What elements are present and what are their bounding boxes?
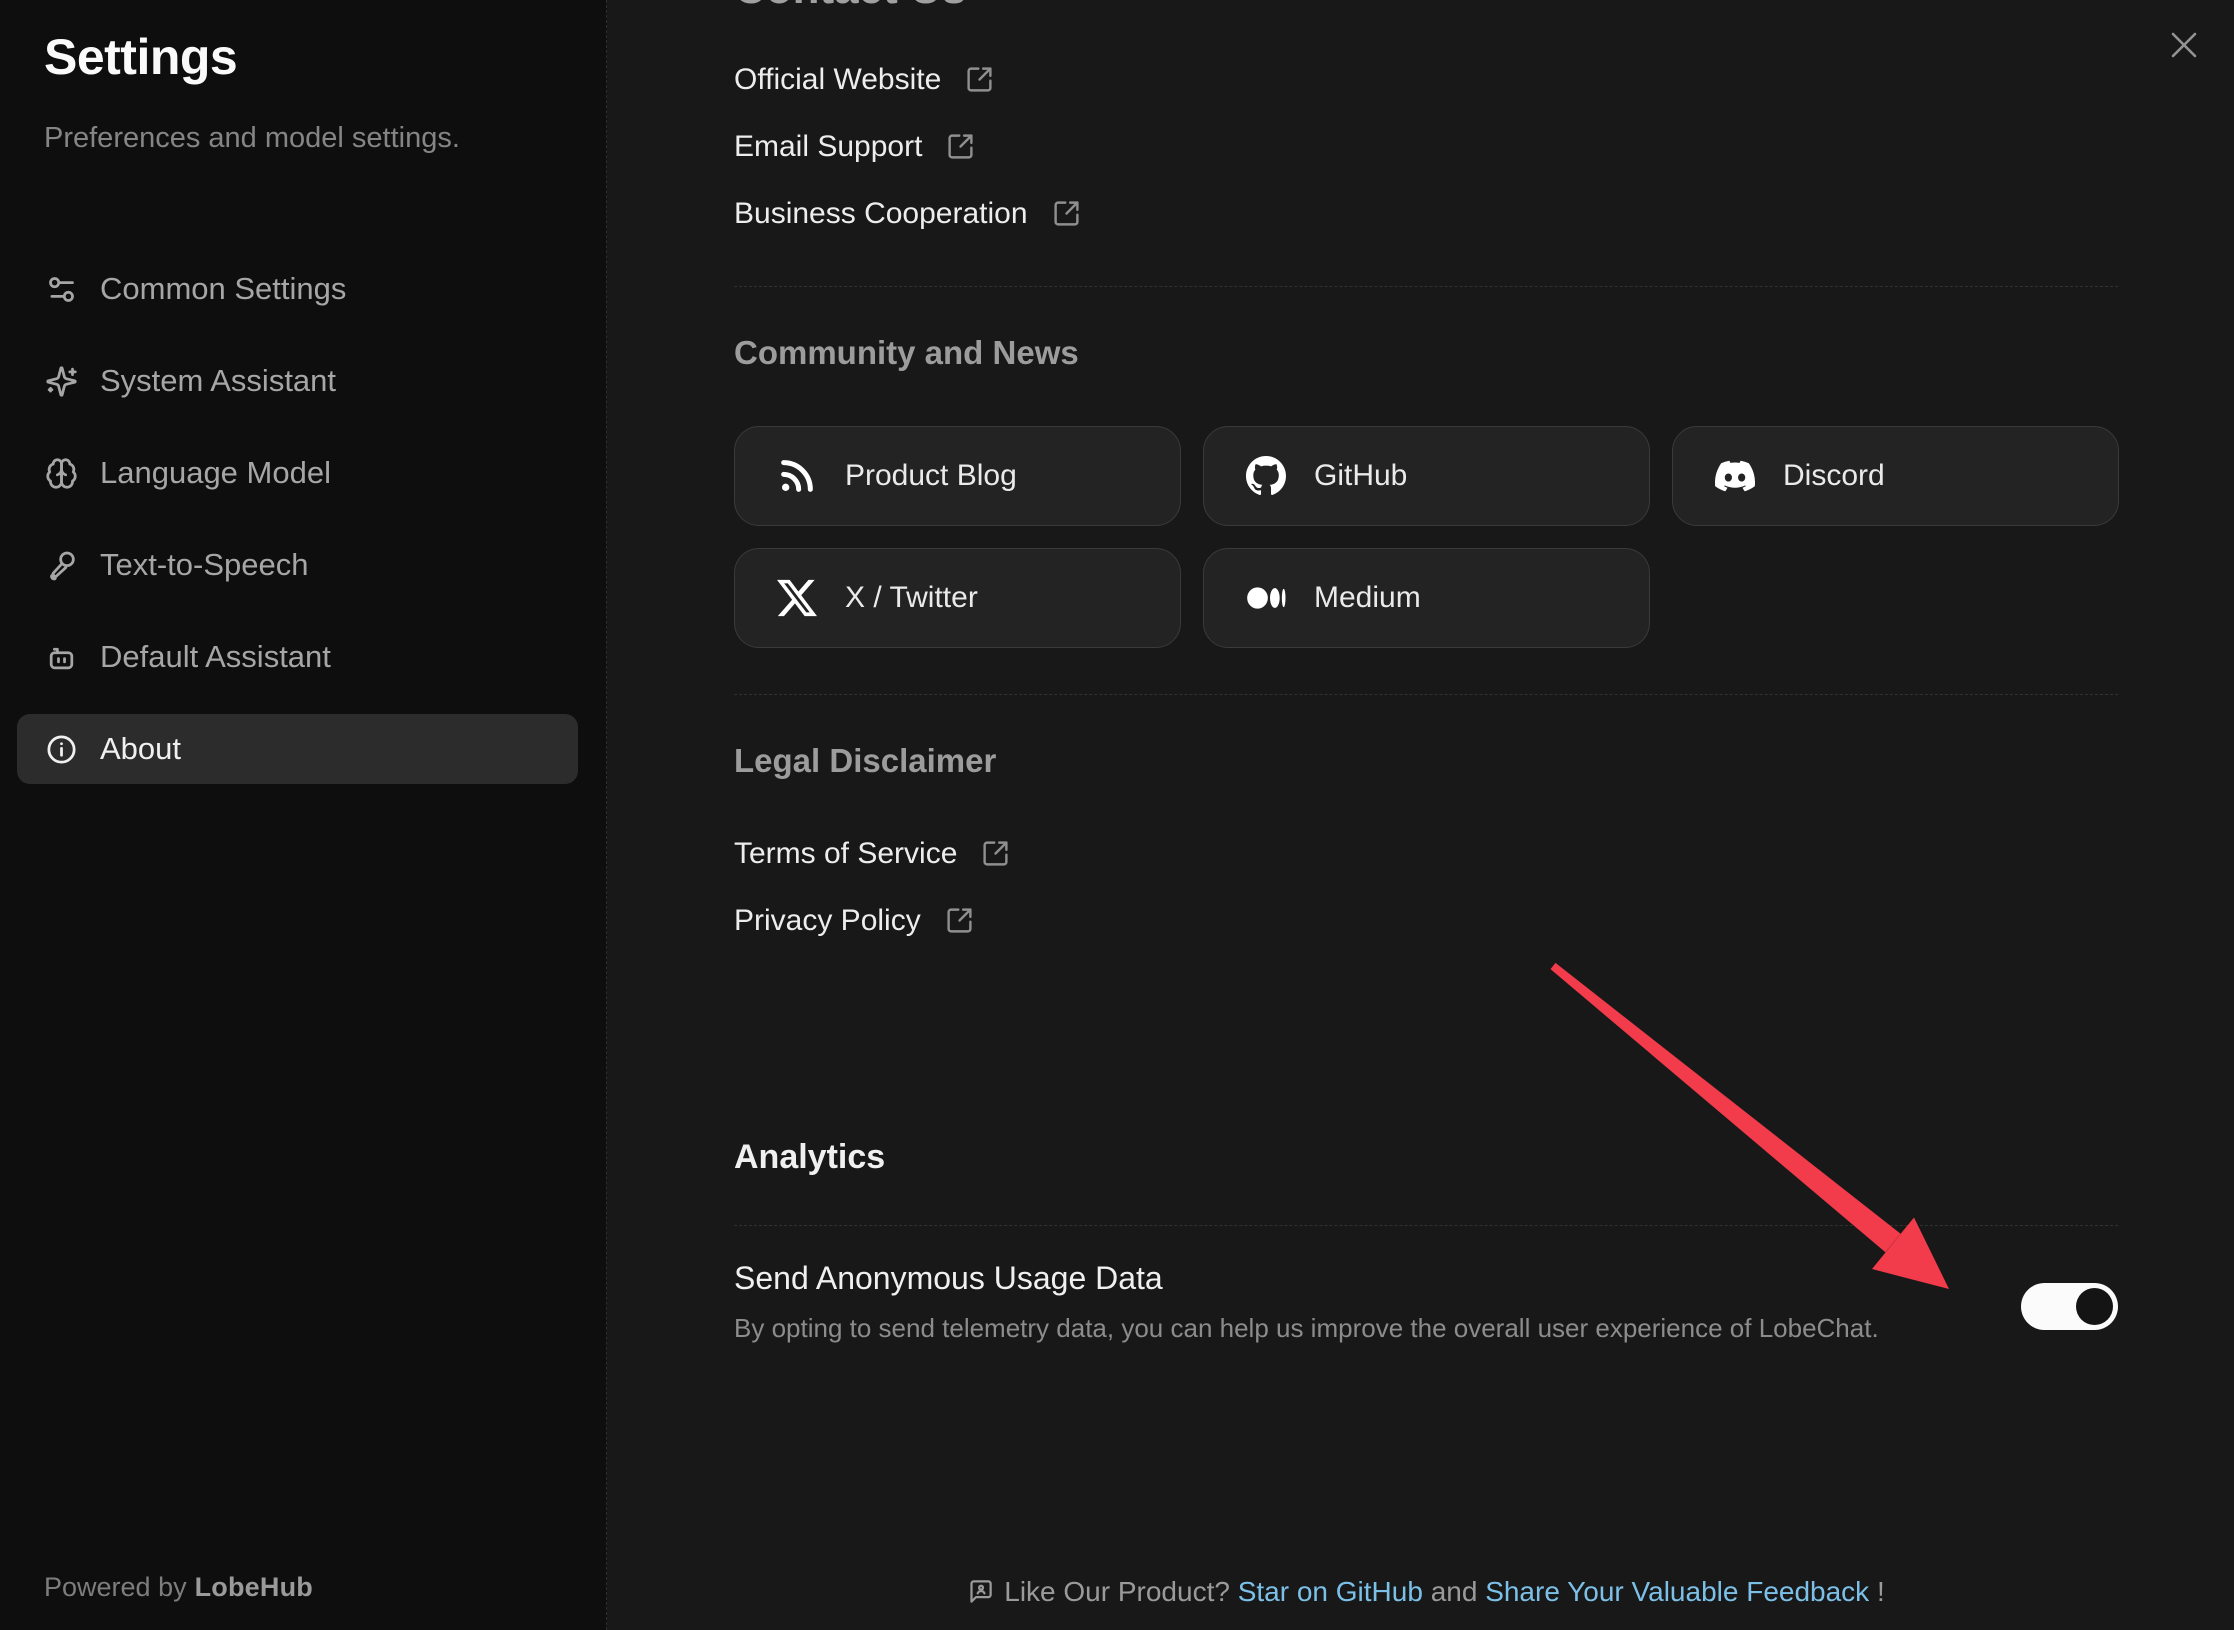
sidebar-item-label: Default Assistant <box>100 639 331 675</box>
footer-note: Like Our Product? Star on GitHub and Sha… <box>734 1576 2118 1608</box>
legal-heading: Legal Disclaimer <box>734 742 2118 780</box>
external-link-icon <box>981 839 1010 868</box>
sidebar-item-label: System Assistant <box>100 363 336 399</box>
external-link-icon <box>965 65 994 94</box>
link-label: Terms of Service <box>734 837 957 871</box>
link-label: Email Support <box>734 130 922 164</box>
sidebar-item-about[interactable]: About <box>17 714 578 784</box>
button-label: GitHub <box>1314 459 1407 493</box>
telemetry-setting-description: By opting to send telemetry data, you ca… <box>734 1313 1879 1344</box>
x-twitter-icon <box>777 578 817 618</box>
about-settings-panel: Contact Us Official Website Email Suppor… <box>608 0 2234 1630</box>
external-link-icon <box>945 906 974 935</box>
contact-links: Official Website Email Support Business … <box>734 0 2118 235</box>
telemetry-toggle[interactable] <box>2021 1283 2118 1330</box>
share-feedback-link[interactable]: Share Your Valuable Feedback <box>1485 1576 1869 1607</box>
sparkles-icon <box>45 365 78 398</box>
page-subtitle: Preferences and model settings. <box>44 122 460 155</box>
email-support-link[interactable]: Email Support <box>734 125 975 168</box>
sidebar-item-default-assistant[interactable]: Default Assistant <box>17 622 578 692</box>
rss-icon <box>777 456 817 496</box>
section-divider <box>734 1225 2118 1226</box>
button-label: X / Twitter <box>845 581 978 615</box>
external-link-icon <box>1052 199 1081 228</box>
discord-icon <box>1715 456 1755 496</box>
sidebar-item-label: Language Model <box>100 455 331 491</box>
legal-links: Terms of Service Privacy Policy <box>734 780 2118 942</box>
bot-icon <box>45 641 78 674</box>
x-twitter-button[interactable]: X / Twitter <box>734 548 1181 648</box>
discord-button[interactable]: Discord <box>1672 426 2119 526</box>
feedback-icon <box>967 1578 994 1605</box>
close-icon <box>2167 28 2201 62</box>
mic-icon <box>45 549 78 582</box>
medium-button[interactable]: Medium <box>1203 548 1650 648</box>
github-icon <box>1246 456 1286 496</box>
info-icon <box>45 733 78 766</box>
business-cooperation-link[interactable]: Business Cooperation <box>734 192 1081 235</box>
close-button[interactable] <box>2167 28 2201 62</box>
contact-us-heading: Contact Us <box>734 0 966 14</box>
sidebar-item-text-to-speech[interactable]: Text-to-Speech <box>17 530 578 600</box>
medium-icon <box>1246 578 1286 618</box>
toggle-knob <box>2076 1288 2113 1325</box>
powered-by: Powered by LobeHub <box>44 1572 313 1603</box>
powered-by-text: Powered by <box>44 1572 187 1602</box>
brain-icon <box>45 457 78 490</box>
external-link-icon <box>946 132 975 161</box>
product-blog-button[interactable]: Product Blog <box>734 426 1181 526</box>
button-label: Medium <box>1314 581 1421 615</box>
analytics-heading: Analytics <box>734 1138 2118 1177</box>
footer-text: Like Our Product? <box>1004 1576 1230 1607</box>
settings-nav: Common Settings System Assistant Languag… <box>17 254 578 784</box>
sidebar-item-label: Common Settings <box>100 271 346 307</box>
section-divider <box>734 694 2118 695</box>
privacy-policy-link[interactable]: Privacy Policy <box>734 899 974 942</box>
link-label: Privacy Policy <box>734 904 921 938</box>
button-label: Discord <box>1783 459 1885 493</box>
telemetry-setting-row: Send Anonymous Usage Data By opting to s… <box>734 1260 2118 1344</box>
button-label: Product Blog <box>845 459 1017 493</box>
link-label: Official Website <box>734 63 941 97</box>
footer-text: ! <box>1877 1576 1885 1607</box>
footer-text: and <box>1431 1576 1478 1607</box>
section-divider <box>734 286 2118 287</box>
community-buttons: Product Blog GitHub Discord X / Twitter <box>734 426 2118 648</box>
community-heading: Community and News <box>734 334 2118 372</box>
sidebar-item-label: Text-to-Speech <box>100 547 309 583</box>
link-label: Business Cooperation <box>734 197 1028 231</box>
telemetry-setting-title: Send Anonymous Usage Data <box>734 1260 1879 1297</box>
official-website-link[interactable]: Official Website <box>734 58 994 101</box>
settings-sidebar: Settings Preferences and model settings.… <box>0 0 607 1630</box>
sidebar-item-label: About <box>100 731 181 767</box>
terms-of-service-link[interactable]: Terms of Service <box>734 832 1010 875</box>
telemetry-setting-text: Send Anonymous Usage Data By opting to s… <box>734 1260 1879 1344</box>
page-title: Settings <box>44 28 237 86</box>
sliders-icon <box>45 273 78 306</box>
github-button[interactable]: GitHub <box>1203 426 1650 526</box>
sidebar-item-common-settings[interactable]: Common Settings <box>17 254 578 324</box>
star-on-github-link[interactable]: Star on GitHub <box>1238 1576 1423 1607</box>
sidebar-item-system-assistant[interactable]: System Assistant <box>17 346 578 416</box>
sidebar-item-language-model[interactable]: Language Model <box>17 438 578 508</box>
lobehub-brand[interactable]: LobeHub <box>195 1572 313 1602</box>
